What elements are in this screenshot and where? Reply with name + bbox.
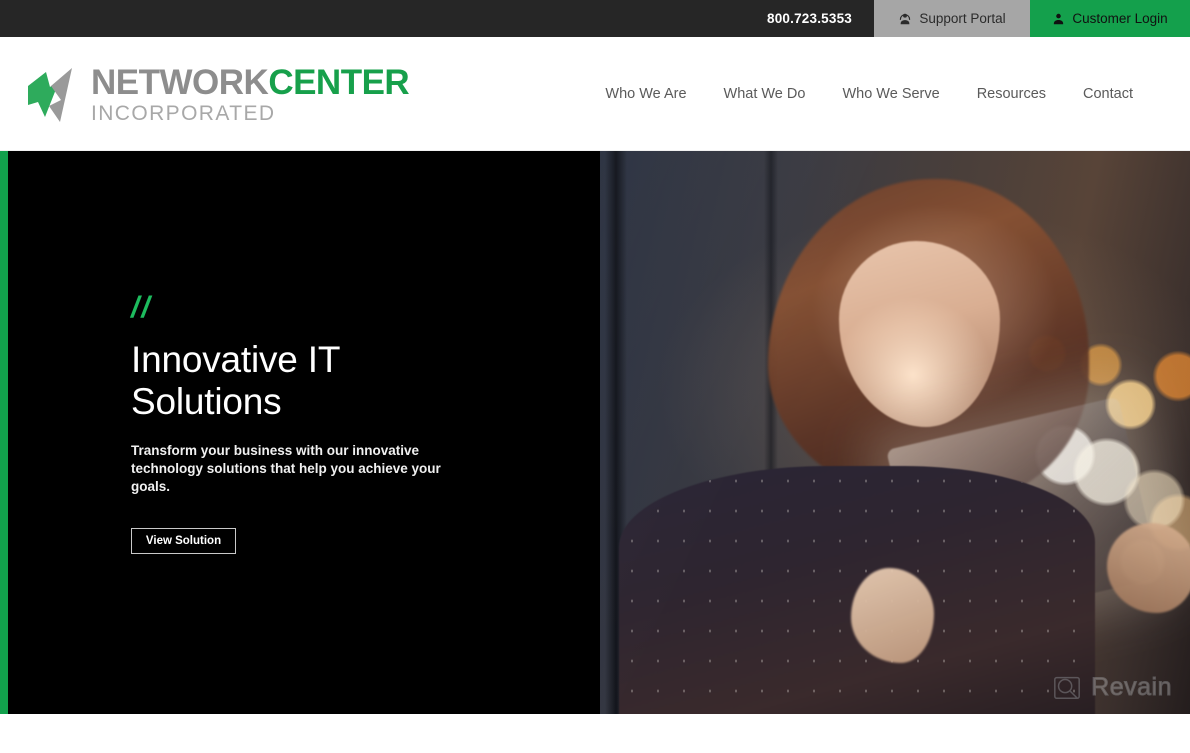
subject-right-hand [1106,522,1190,613]
main-navigation: Who We Are What We Do Who We Serve Resou… [605,86,1133,102]
support-agent-icon [898,12,912,26]
nav-item-who-we-are[interactable]: Who We Are [605,86,686,102]
top-utility-bar: 800.723.5353 Support Portal Customer Log… [0,0,1190,37]
customer-login-label: Customer Login [1072,11,1168,26]
logo-network-text: NETWORK [91,63,269,102]
logo-incorporated-text: INCORPORATED [91,102,276,125]
hero-subtitle: Transform your business with our innovat… [131,443,441,494]
hero-green-accent-bar [0,151,8,714]
hero-title: Innovative IT Solutions [131,339,340,422]
phone-number[interactable]: 800.723.5353 [753,0,874,37]
hero-content: // Innovative IT Solutions Transform you… [131,151,551,714]
magnifier-photo-icon [1052,672,1082,702]
logo-center-text: CENTER [268,63,410,102]
logo-wordmark: NETWORKCENTER INCORPORATED [91,63,410,125]
site-logo[interactable]: NETWORKCENTER INCORPORATED [20,62,410,126]
nav-item-who-we-serve[interactable]: Who We Serve [842,86,939,102]
watermark-label: Revain [1091,672,1172,701]
nav-item-contact[interactable]: Contact [1083,86,1133,102]
view-solution-button[interactable]: View Solution [131,527,236,554]
revain-watermark: Revain [1052,672,1172,702]
hero-banner: // Innovative IT Solutions Transform you… [0,151,1190,714]
site-header: NETWORKCENTER INCORPORATED Who We Are Wh… [0,37,1190,151]
support-portal-button[interactable]: Support Portal [874,0,1030,37]
user-icon [1052,12,1065,26]
hero-eyebrow: // [131,291,152,325]
page-body-below-hero: Revain [0,672,1190,753]
support-portal-label: Support Portal [919,11,1006,26]
nav-item-resources[interactable]: Resources [977,86,1046,102]
checkmark-arrow-icon [20,62,82,126]
customer-login-button[interactable]: Customer Login [1030,0,1190,37]
nav-item-what-we-do[interactable]: What We Do [724,86,806,102]
